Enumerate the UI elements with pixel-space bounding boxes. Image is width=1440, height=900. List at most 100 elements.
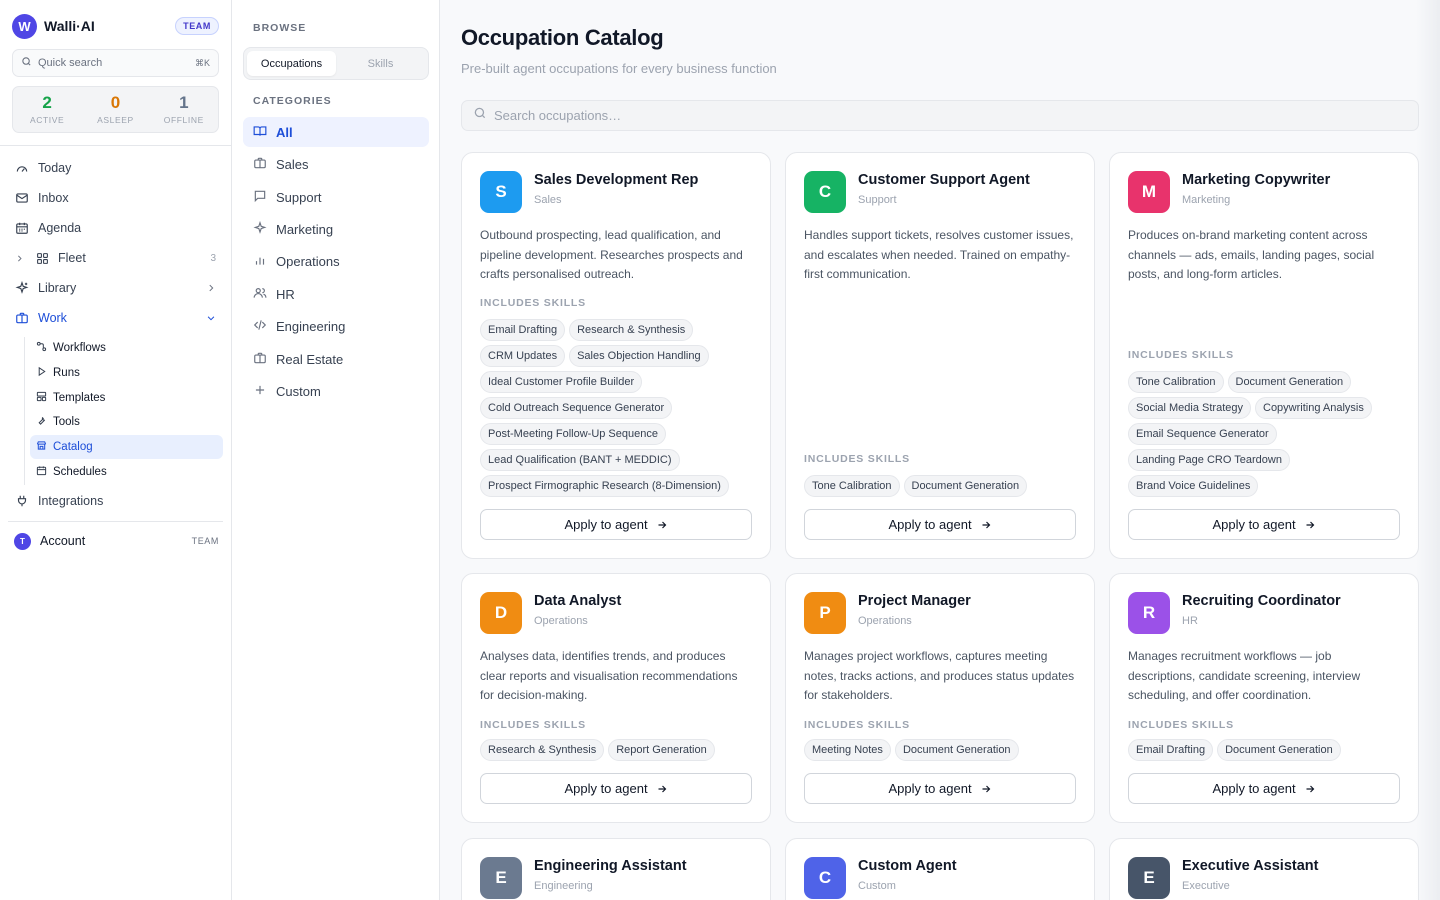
category-hr[interactable]: HR bbox=[243, 279, 429, 309]
page-title: Occupation Catalog bbox=[461, 25, 664, 50]
brand-name: Walli·AI bbox=[44, 18, 95, 34]
category-label: Real Estate bbox=[276, 351, 344, 367]
category-label: Support bbox=[276, 189, 322, 205]
nav-label: Agenda bbox=[38, 221, 82, 235]
card-title: Engineering Assistant bbox=[534, 858, 687, 874]
chevron-right-icon[interactable] bbox=[206, 283, 216, 293]
building-icon bbox=[253, 351, 267, 368]
nav-work[interactable]: Work bbox=[8, 305, 224, 331]
shortcut-hint: ⌘K bbox=[194, 57, 210, 68]
account-button[interactable]: T Account TEAM bbox=[14, 530, 219, 552]
skill-chip: CRM Updates bbox=[480, 345, 566, 367]
chevron-right-icon[interactable] bbox=[14, 250, 24, 266]
team-badge: TEAM bbox=[175, 17, 219, 35]
browse-panel: BROWSE Occupations Skills CATEGORIES All… bbox=[232, 0, 440, 900]
sub-item-workflows[interactable]: Workflows bbox=[30, 336, 223, 360]
card-title: Executive Assistant bbox=[1182, 858, 1319, 874]
category-sales[interactable]: Sales bbox=[243, 149, 429, 179]
occupation-card-recruiting-coordinator[interactable]: R Recruiting Coordinator HR Manages recr… bbox=[1109, 573, 1419, 823]
skill-chip: Document Generation bbox=[903, 475, 1028, 497]
tab-occupations[interactable]: Occupations bbox=[247, 51, 336, 76]
skill-chips: Tone Calibration Document Generation Socia… bbox=[1128, 371, 1390, 497]
nav-label: Fleet bbox=[58, 251, 86, 265]
category-operations[interactable]: Operations bbox=[243, 246, 429, 276]
stat-value: 0 bbox=[110, 93, 121, 112]
sub-item-schedules[interactable]: Schedules bbox=[30, 460, 223, 484]
apply-label: Apply to agent bbox=[1212, 781, 1296, 796]
bar-chart-icon bbox=[253, 253, 267, 270]
nav-agenda[interactable]: Agenda bbox=[8, 215, 224, 241]
occupation-card-data-analyst[interactable]: D Data Analyst Operations Analyses data,… bbox=[461, 573, 771, 823]
card-title: Marketing Copywriter bbox=[1182, 172, 1331, 188]
submenu-guide bbox=[24, 337, 25, 485]
sub-item-runs[interactable]: Runs bbox=[30, 361, 223, 385]
stat-label: ASLEEP bbox=[97, 115, 134, 125]
category-engineering[interactable]: Engineering bbox=[243, 311, 429, 341]
fleet-stats: 2 ACTIVE 0 ASLEEP 1 OFFLINE bbox=[12, 86, 219, 133]
sub-item-label: Schedules bbox=[53, 466, 107, 478]
tab-skills[interactable]: Skills bbox=[336, 51, 425, 76]
apply-to-agent-button[interactable]: Apply to agent bbox=[480, 509, 752, 540]
apply-label: Apply to agent bbox=[888, 517, 972, 532]
sub-item-label: Runs bbox=[53, 367, 80, 379]
occupation-card-project-manager[interactable]: P Project Manager Operations Manages pro… bbox=[785, 573, 1095, 823]
skills-label: INCLUDES SKILLS bbox=[804, 453, 910, 465]
skill-chip: Sales Objection Handling bbox=[569, 345, 709, 367]
apply-to-agent-button[interactable]: Apply to agent bbox=[1128, 773, 1400, 804]
sub-item-templates[interactable]: Templates bbox=[30, 386, 223, 410]
chevron-down-icon[interactable] bbox=[206, 313, 216, 323]
category-support[interactable]: Support bbox=[243, 182, 429, 212]
card-header: C Custom Agent Custom bbox=[804, 857, 1076, 899]
brand-logo[interactable]: W bbox=[12, 13, 37, 39]
account-plan-tag: TEAM bbox=[191, 536, 219, 546]
sub-item-tools[interactable]: Tools bbox=[30, 410, 223, 434]
occupation-card-engineering-assistant[interactable]: E Engineering Assistant Engineering bbox=[461, 838, 771, 900]
apply-to-agent-button[interactable]: Apply to agent bbox=[480, 773, 752, 804]
skill-chip: Report Generation bbox=[608, 739, 715, 761]
apply-label: Apply to agent bbox=[888, 781, 972, 796]
arrow-right-icon bbox=[980, 519, 992, 531]
category-label: HR bbox=[276, 286, 295, 302]
sub-item-catalog[interactable]: Catalog bbox=[30, 435, 223, 459]
card-description: Analyses data, identifies trends, and pr… bbox=[480, 649, 738, 702]
quick-search-button[interactable]: Quick search ⌘K bbox=[12, 49, 219, 77]
skill-chip: Document Generation bbox=[1227, 371, 1352, 393]
stat-active[interactable]: 2 ACTIVE bbox=[13, 87, 81, 132]
skill-chips: Research & Synthesis Report Generation bbox=[480, 739, 742, 761]
stat-asleep[interactable]: 0 ASLEEP bbox=[81, 87, 149, 132]
category-all[interactable]: All bbox=[243, 117, 429, 147]
apply-to-agent-button[interactable]: Apply to agent bbox=[1128, 509, 1400, 540]
card-description: Manages project workflows, captures meet… bbox=[804, 649, 1075, 702]
card-header: E Executive Assistant Executive bbox=[1128, 857, 1400, 899]
apply-to-agent-button[interactable]: Apply to agent bbox=[804, 773, 1076, 804]
card-header: C Customer Support Agent Support bbox=[804, 171, 1076, 213]
category-custom[interactable]: Custom bbox=[243, 376, 429, 406]
skill-chip: Brand Voice Guidelines bbox=[1128, 475, 1259, 497]
skill-chip: Meeting Notes bbox=[804, 739, 891, 761]
occupation-card-marketing-copywriter[interactable]: M Marketing Copywriter Marketing Produce… bbox=[1109, 152, 1419, 559]
stat-offline[interactable]: 1 OFFLINE bbox=[150, 87, 218, 132]
nav-fleet[interactable]: Fleet 3 bbox=[8, 245, 224, 271]
occupation-card-customer-support-agent[interactable]: C Customer Support Agent Support Handles… bbox=[785, 152, 1095, 559]
search-input[interactable] bbox=[494, 108, 1394, 123]
occupation-card-executive-assistant[interactable]: E Executive Assistant Executive bbox=[1109, 838, 1419, 900]
nav-integrations[interactable]: Integrations bbox=[8, 488, 224, 514]
category-label: Operations bbox=[276, 253, 340, 269]
nav-library[interactable]: Library bbox=[8, 275, 224, 301]
card-category: Marketing bbox=[1182, 194, 1231, 206]
occupation-card-sales-development-rep[interactable]: S Sales Development Rep Sales Outbound p… bbox=[461, 152, 771, 559]
sub-item-label: Tools bbox=[53, 416, 80, 428]
apply-to-agent-button[interactable]: Apply to agent bbox=[804, 509, 1076, 540]
skill-chip: Document Generation bbox=[894, 739, 1019, 761]
category-marketing[interactable]: Marketing bbox=[243, 214, 429, 244]
search-icon bbox=[473, 106, 487, 125]
grid-icon bbox=[34, 250, 50, 266]
nav-today[interactable]: Today bbox=[8, 155, 224, 181]
occupation-card-custom-agent[interactable]: C Custom Agent Custom bbox=[785, 838, 1095, 900]
template-icon bbox=[36, 391, 47, 405]
nav-inbox[interactable]: Inbox bbox=[8, 185, 224, 211]
card-title: Project Manager bbox=[858, 593, 971, 609]
category-real-estate[interactable]: Real Estate bbox=[243, 344, 429, 374]
sidebar: W Walli·AI TEAM Quick search ⌘K 2 ACTIVE… bbox=[0, 0, 232, 900]
skill-chip: Social Media Strategy bbox=[1128, 397, 1251, 419]
